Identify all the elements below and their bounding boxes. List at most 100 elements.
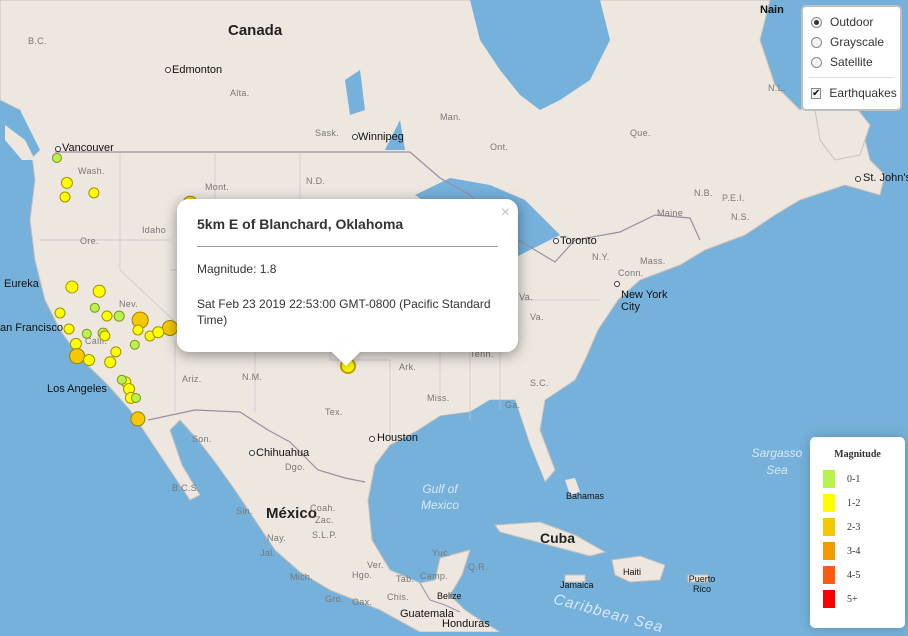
legend-label: 5+ — [847, 593, 858, 605]
popup-divider — [197, 246, 498, 247]
region-label: N.D. — [306, 176, 326, 186]
country-label: Cuba — [540, 530, 575, 546]
region-label: Ga. — [505, 400, 521, 410]
region-label: Que. — [630, 128, 651, 138]
region-label: Conn. — [618, 268, 644, 278]
earthquake-marker[interactable] — [92, 284, 106, 298]
legend-swatch — [823, 470, 835, 488]
layer-label: Grayscale — [830, 35, 885, 49]
layer-label: Satellite — [830, 55, 873, 69]
region-label: Oax. — [352, 597, 373, 607]
country-label: Canada — [228, 22, 283, 39]
city-label: Bahamas — [566, 491, 605, 501]
city-label: Jamaica — [560, 580, 594, 590]
region-label: Idaho — [142, 225, 167, 235]
legend-item: 3-4 — [810, 539, 905, 563]
legend-swatch — [823, 566, 835, 584]
region-label: Sin. — [236, 506, 253, 516]
city-label: Eureka — [4, 278, 39, 290]
overlay-earthquakes-option[interactable]: ✔ Earthquakes — [811, 83, 897, 103]
earthquake-marker[interactable] — [83, 354, 95, 366]
earthquake-marker[interactable] — [63, 323, 75, 335]
region-label: N.L. — [768, 83, 786, 93]
popup-time: Sat Feb 23 2019 22:53:00 GMT-0800 (Pacif… — [197, 297, 491, 327]
earthquake-marker[interactable] — [104, 356, 116, 368]
city-label: Honduras — [442, 618, 490, 630]
region-label: Maine — [657, 208, 684, 218]
legend-item: 0-1 — [810, 467, 905, 491]
city-dot — [855, 176, 861, 182]
city-label: Belize — [437, 591, 462, 601]
legend-swatch — [823, 590, 835, 608]
earthquake-marker[interactable] — [132, 324, 144, 336]
city-dot — [369, 436, 375, 442]
region-label: Son. — [192, 434, 212, 444]
layer-grayscale-option[interactable]: Grayscale — [811, 32, 894, 52]
sea-label: Gulf of Mexico — [420, 482, 459, 512]
region-label: Chis. — [387, 592, 410, 602]
close-icon[interactable]: × — [501, 204, 510, 222]
region-label: Miss. — [427, 393, 450, 403]
city-dot — [249, 450, 255, 456]
region-label: S.L.P. — [312, 530, 338, 540]
region-label: Camp. — [420, 571, 449, 581]
overlay-label: Earthquakes — [829, 86, 897, 100]
region-label: N.Y. — [592, 252, 610, 262]
radio-outdoor[interactable] — [811, 16, 822, 28]
earthquake-marker[interactable] — [152, 326, 164, 338]
layer-control[interactable]: Outdoor Grayscale Satellite ✔ Earthquake… — [801, 5, 902, 111]
region-label: Ark. — [399, 362, 417, 372]
layer-separator — [809, 77, 894, 78]
earthquake-marker[interactable] — [113, 310, 125, 322]
region-label: Nev. — [119, 299, 139, 309]
layer-outdoor-option[interactable]: Outdoor — [811, 12, 894, 32]
legend-item: 4-5 — [810, 563, 905, 587]
region-label: Mont. — [205, 182, 230, 192]
popup-title: 5km E of Blanchard, Oklahoma — [197, 216, 404, 232]
region-label: Coah. — [310, 503, 336, 513]
city-label: Winnipeg — [358, 131, 404, 143]
checkbox-earthquakes[interactable]: ✔ — [811, 87, 822, 99]
city-label: St. John's — [863, 172, 908, 184]
city-label: Vancouver — [62, 142, 114, 154]
city-dot — [55, 146, 61, 152]
region-label: Mass. — [640, 256, 666, 266]
region-label: P.E.I. — [722, 193, 745, 203]
radio-grayscale[interactable] — [811, 36, 822, 48]
region-label: Jal. — [260, 548, 276, 558]
legend-label: 4-5 — [847, 569, 861, 581]
region-label: Ver. — [367, 560, 384, 570]
region-label: Ont. — [490, 142, 509, 152]
region-label: Dgo. — [285, 462, 306, 472]
earthquake-marker[interactable] — [101, 310, 113, 322]
earthquake-marker[interactable] — [59, 191, 71, 203]
legend-swatch — [823, 542, 835, 560]
radio-satellite[interactable] — [811, 56, 822, 68]
legend-item: 2-3 — [810, 515, 905, 539]
legend-label: 1-2 — [847, 497, 861, 509]
region-label: Q.R. — [468, 562, 488, 572]
region-label: Tab. — [396, 574, 415, 584]
region-label: N.M. — [242, 372, 263, 382]
city-label: Toronto — [560, 235, 597, 247]
region-label: Zac. — [315, 515, 334, 525]
legend-swatch — [823, 518, 835, 536]
region-label: Mich. — [290, 572, 314, 582]
city-dot — [553, 238, 559, 244]
city-label: an Francisco — [0, 322, 63, 334]
region-label: B.C.S. — [172, 483, 200, 493]
region-label: S.C. — [530, 378, 549, 388]
legend-label: 2-3 — [847, 521, 861, 533]
layer-satellite-option[interactable]: Satellite — [811, 52, 894, 72]
earthquake-marker[interactable] — [54, 307, 66, 319]
city-label: Chihuahua — [256, 447, 310, 459]
region-label: Ariz. — [182, 374, 202, 384]
region-label: Wash. — [78, 166, 105, 176]
region-label: Tex. — [325, 407, 343, 417]
region-label: Gro. — [325, 594, 344, 604]
legend-item: 1-2 — [810, 491, 905, 515]
region-label: Alta. — [230, 88, 250, 98]
region-label: N.S. — [731, 212, 750, 222]
region-label: N.B. — [694, 188, 713, 198]
popup-magnitude: Magnitude: 1.8 — [197, 262, 277, 276]
